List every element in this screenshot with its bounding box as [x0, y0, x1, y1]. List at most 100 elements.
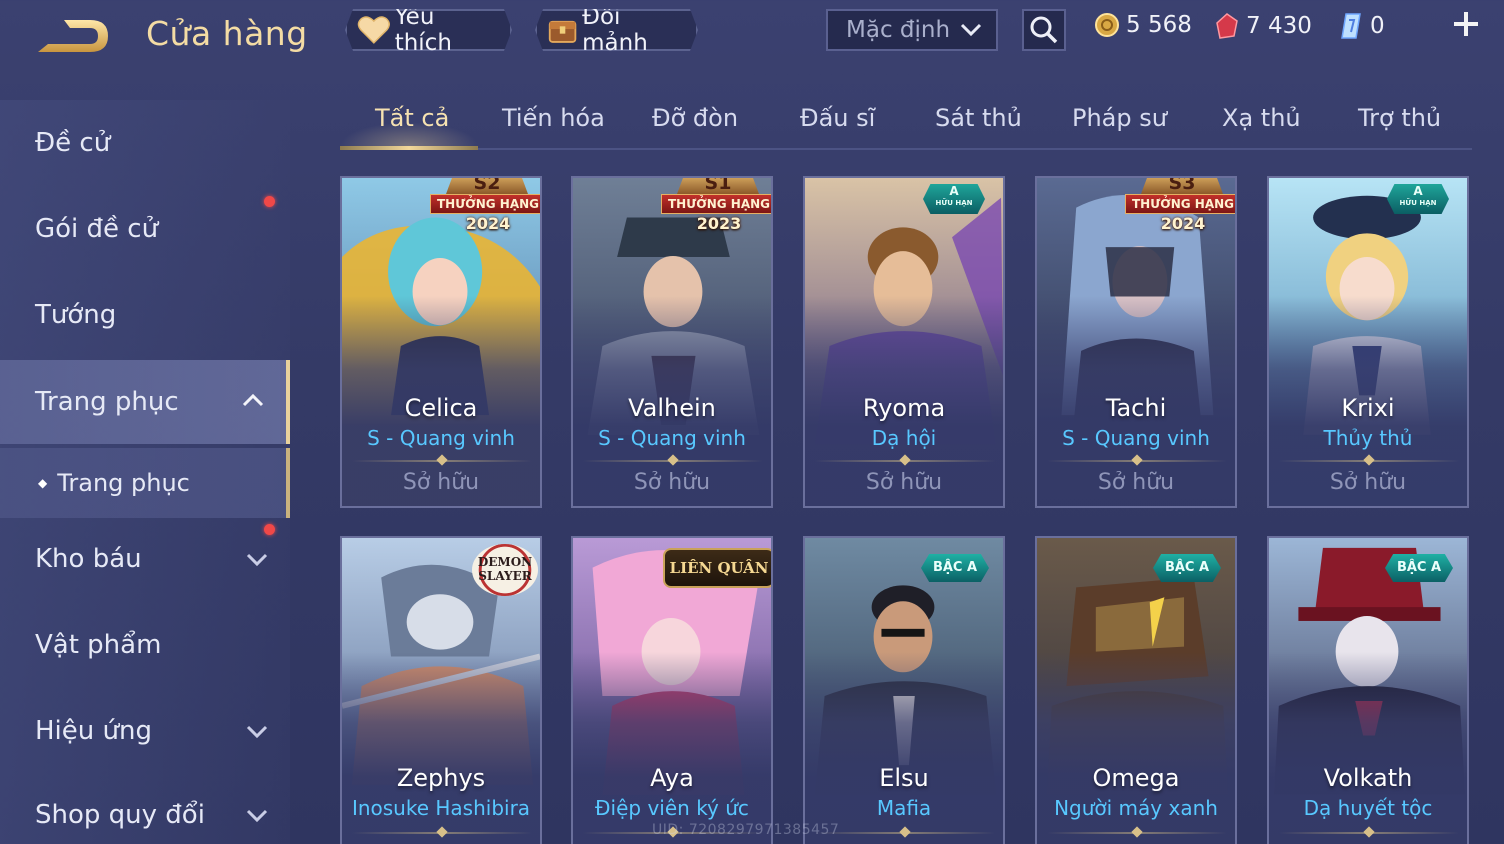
tab-support[interactable]: Trợ thủ — [1358, 104, 1441, 132]
card-divider — [583, 454, 763, 466]
top-bar: Cửa hàng Yêu thích Đổi mảnh Mặc định 5 5… — [0, 0, 1504, 70]
user-id-watermark: UID: 7208297971385457 — [652, 822, 840, 838]
tab-tank[interactable]: Đỡ đòn — [652, 104, 738, 132]
sidebar-item-label: Gói đề cử — [35, 214, 159, 244]
card-divider — [352, 826, 532, 838]
sidebar-item-recommended[interactable]: Đề cử — [0, 108, 290, 178]
chevron-down-icon — [246, 553, 268, 567]
hero-name: Volkath — [1323, 764, 1413, 792]
tier-badge: BẬC A — [1153, 554, 1221, 582]
skin-name: Thủy thủ — [1323, 426, 1413, 450]
skin-name: S - Quang vinh — [598, 426, 746, 450]
sidebar-item-label: Đề cử — [35, 128, 111, 158]
collab-logo-line-2: SLAYER — [478, 569, 532, 583]
badge-year: 2023 — [696, 214, 742, 233]
card-divider — [815, 826, 995, 838]
skin-card[interactable]: S3 THƯỞNG HẠNG 2024 Tachi S - Quang vinh… — [1035, 176, 1237, 508]
owned-status: Sở hữu — [1329, 470, 1407, 495]
tab-assassin[interactable]: Sát thủ — [935, 104, 1022, 132]
collab-logo-line-1: DEMON — [477, 555, 533, 569]
exchange-label: Đổi mảnh — [582, 4, 648, 56]
skin-name: Điệp viên ký ức — [595, 796, 749, 820]
card-divider — [1047, 454, 1227, 466]
skin-card[interactable]: BẬC A Volkath Dạ huyết tộc — [1267, 536, 1469, 844]
skin-card[interactable]: LIÊN QUÂN Aya Điệp viên ký ức — [571, 536, 773, 844]
badge-tier: A — [949, 184, 959, 198]
tier-badge: A HỮU HẠN — [1387, 184, 1449, 214]
rank-reward-badge: S2 THƯỞNG HẠNG 2024 — [430, 178, 540, 236]
sidebar-item-exchange-shop[interactable]: Shop quy đổi — [0, 780, 290, 844]
hero-name: Elsu — [879, 764, 929, 792]
tier-badge: A HỮU HẠN — [923, 184, 985, 214]
badge-year: 2024 — [465, 214, 511, 233]
sidebar-item-items[interactable]: Vật phẩm — [0, 610, 290, 680]
card-divider — [1047, 826, 1227, 838]
sort-dropdown[interactable]: Mặc định — [826, 9, 998, 51]
gold-amount: 5 568 — [1126, 12, 1192, 38]
back-arrow-icon — [38, 20, 108, 52]
skin-name: S - Quang vinh — [1062, 426, 1210, 450]
tier-badge: BẬC A — [921, 554, 989, 582]
sidebar-item-effects[interactable]: Hiệu ứng — [0, 696, 290, 766]
skin-name: Mafia — [876, 796, 932, 820]
top-up-button[interactable] — [1450, 10, 1482, 42]
plus-icon — [1454, 12, 1478, 36]
sidebar-item-label: Shop quy đổi — [35, 800, 205, 830]
treasure-chest-icon — [547, 13, 578, 47]
skin-name: S - Quang vinh — [367, 426, 515, 450]
tab-all[interactable]: Tất cả — [375, 104, 449, 132]
tier-badge: BẬC A — [1385, 554, 1453, 582]
hero-name: Ryoma — [862, 394, 946, 422]
sidebar-item-treasure[interactable]: Kho báu — [0, 524, 290, 594]
sidebar-item-heroes[interactable]: Tướng — [0, 280, 290, 350]
badge-label: THƯỞNG HẠNG — [661, 194, 771, 214]
hero-name: Celica — [404, 394, 478, 422]
badge-label: THƯỞNG HẠNG — [430, 194, 540, 214]
search-icon — [1030, 16, 1058, 44]
hero-name: Valhein — [628, 394, 716, 422]
card-divider — [1279, 454, 1459, 466]
exchange-shards-button[interactable]: Đổi mảnh — [535, 9, 698, 51]
owned-status: Sở hữu — [402, 470, 480, 495]
chevron-down-icon — [960, 23, 982, 37]
skin-card[interactable]: A HỮU HẠN Krixi Thủy thủ Sở hữu — [1267, 176, 1469, 508]
badge-sub: HỮU HẠN — [1399, 199, 1437, 207]
sidebar-item-recommended-bundles[interactable]: Gói đề cử — [0, 194, 290, 264]
skin-card[interactable]: S1 THƯỞNG HẠNG 2023 Valhein S - Quang vi… — [571, 176, 773, 508]
skin-card[interactable]: A HỮU HẠN Ryoma Dạ hội Sở hữu — [803, 176, 1005, 508]
rank-reward-badge: S1 THƯỞNG HẠNG 2023 — [661, 178, 771, 236]
tab-mage[interactable]: Pháp sư — [1072, 104, 1167, 132]
badge-tier: A — [1413, 184, 1423, 198]
skin-card[interactable]: DEMON SLAYER Zephys Inosuke Hashibira — [340, 536, 542, 844]
badge-year: 2024 — [1160, 214, 1206, 233]
skin-card[interactable]: BẬC A Elsu Mafia — [803, 536, 1005, 844]
skin-card[interactable]: BẬC A Omega Người máy xanh — [1035, 536, 1237, 844]
active-tab-indicator — [340, 146, 478, 150]
gold-coin-icon — [1095, 13, 1119, 37]
notification-dot — [264, 524, 275, 535]
rank-reward-badge: S3 THƯỞNG HẠNG 2024 — [1125, 178, 1235, 236]
favorites-label: Yêu thích — [394, 4, 452, 56]
hero-name: Zephys — [396, 764, 486, 792]
search-button[interactable] — [1022, 9, 1066, 51]
sidebar-subitem-skins[interactable]: ◆ Trang phục — [0, 448, 290, 518]
badge-season: S1 — [677, 178, 759, 194]
ruby-balance: 7 430 — [1214, 12, 1312, 40]
tab-evolution[interactable]: Tiến hóa — [502, 104, 605, 132]
sidebar-item-skins[interactable]: Trang phục — [0, 360, 290, 444]
voucher-balance: 0 — [1338, 12, 1385, 40]
card-divider — [815, 454, 995, 466]
heart-icon — [357, 15, 391, 45]
demon-slayer-logo: DEMON SLAYER — [472, 544, 538, 596]
hero-name: Aya — [650, 764, 694, 792]
sidebar-item-label: Trang phục — [35, 387, 179, 417]
tab-fighter[interactable]: Đấu sĩ — [800, 104, 875, 132]
tab-marksman[interactable]: Xạ thủ — [1222, 104, 1301, 132]
favorites-button[interactable]: Yêu thích — [345, 9, 512, 51]
card-divider — [352, 454, 532, 466]
back-button[interactable] — [34, 14, 114, 58]
skin-card[interactable]: S2 THƯỞNG HẠNG 2024 Celica S - Quang vin… — [340, 176, 542, 508]
card-divider — [1279, 826, 1459, 838]
badge-season: S3 — [1141, 178, 1223, 194]
sidebar-item-label: Kho báu — [35, 544, 142, 574]
